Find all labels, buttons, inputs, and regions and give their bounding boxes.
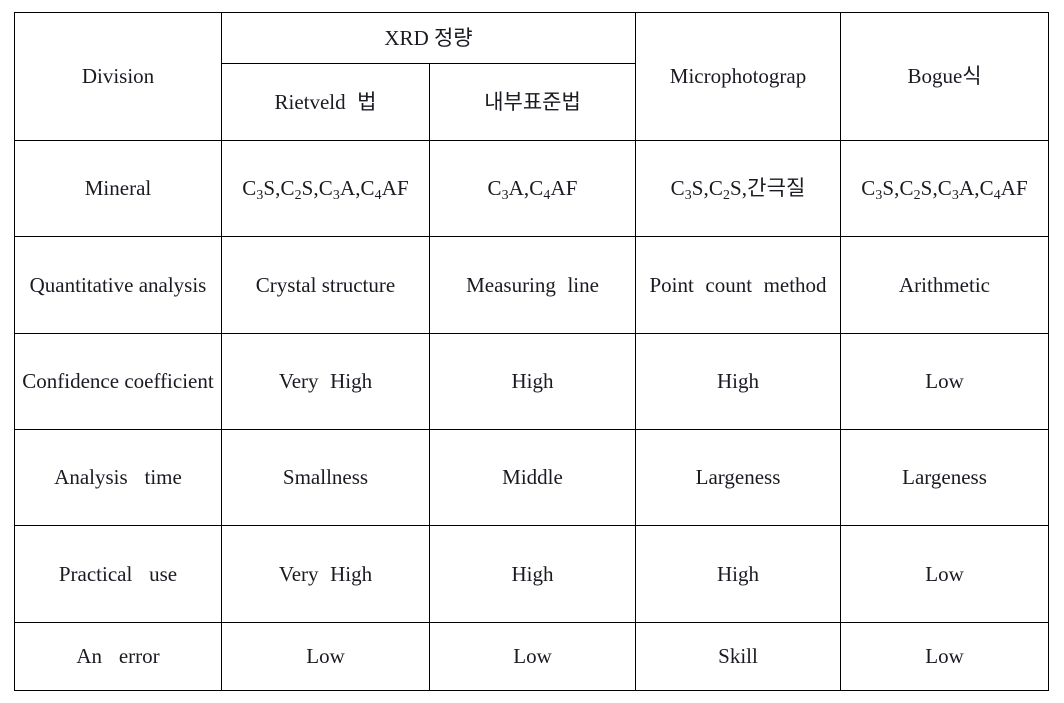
- table-row-practical-use: Practical use Very High High High Low: [14, 525, 1050, 623]
- table-row-quantitative-analysis: Quantitative analysis Crystal structure …: [14, 236, 1050, 334]
- formula-text: C3S,C2S,C3A,C4AF: [242, 176, 409, 203]
- cell-analysis-time-micro: Largeness: [635, 429, 842, 527]
- row-label-analysis-time: Analysis time: [14, 429, 222, 527]
- table-row-mineral: Mineral C3S,C2S,C3A,C4AF C3A,C4AF C3S,C2…: [14, 139, 1050, 238]
- cell-analysis-time-rietveld: Smallness: [221, 429, 430, 527]
- column-header-internal-standard: 내부표준법: [428, 63, 637, 141]
- column-header-microphotograp: Microphotograp: [635, 12, 842, 141]
- row-label-confidence-coefficient: Confidence coefficient: [14, 332, 222, 431]
- cell-confidence-rietveld: Very High: [221, 332, 430, 431]
- formula-text: C3S,C2S,간극질: [670, 176, 806, 203]
- cell-confidence-micro: High: [635, 332, 842, 431]
- table-body: Mineral C3S,C2S,C3A,C4AF C3A,C4AF C3S,C2…: [14, 139, 1050, 692]
- formula-text: C3A,C4AF: [487, 176, 578, 203]
- cell-an-error-bogue: Low: [840, 621, 1050, 692]
- cell-quantitative-bogue: Arithmetic: [840, 236, 1050, 334]
- cell-practical-use-micro: High: [635, 525, 842, 623]
- column-header-bogue: Bogue식: [840, 12, 1050, 141]
- row-label-mineral: Mineral: [14, 139, 222, 238]
- table-header: Division XRD 정량 Microphotograp Bogue식 Ri…: [14, 12, 1050, 141]
- cell-practical-use-rietveld: Very High: [221, 525, 430, 623]
- cell-mineral-micro: C3S,C2S,간극질: [635, 139, 842, 238]
- cell-practical-use-internal: High: [428, 525, 637, 623]
- cell-mineral-bogue: C3S,C2S,C3A,C4AF: [840, 139, 1050, 238]
- cell-quantitative-rietveld: Crystal structure: [221, 236, 430, 334]
- comparison-table: Division XRD 정량 Microphotograp Bogue식 Ri…: [14, 12, 1050, 692]
- cell-mineral-internal: C3A,C4AF: [428, 139, 637, 238]
- cell-confidence-bogue: Low: [840, 332, 1050, 431]
- cell-an-error-internal: Low: [428, 621, 637, 692]
- column-header-rietveld: Rietveld 법: [221, 63, 430, 141]
- table-row-an-error: An error Low Low Skill Low: [14, 621, 1050, 692]
- column-group-header-xrd: XRD 정량: [220, 12, 637, 64]
- row-label-an-error: An error: [14, 621, 222, 692]
- row-label-quantitative-analysis: Quantitative analysis: [14, 236, 222, 334]
- table-row-confidence-coefficient: Confidence coefficient Very High High Hi…: [14, 332, 1050, 431]
- page-canvas: Division XRD 정량 Microphotograp Bogue식 Ri…: [0, 0, 1064, 703]
- cell-analysis-time-bogue: Largeness: [840, 429, 1050, 527]
- column-header-division: Division: [14, 12, 222, 141]
- cell-quantitative-internal: Measuring line: [428, 236, 637, 334]
- row-label-practical-use: Practical use: [14, 525, 222, 623]
- table-row-analysis-time: Analysis time Smallness Middle Largeness…: [14, 429, 1050, 527]
- cell-quantitative-micro: Point count method: [635, 236, 842, 334]
- cell-confidence-internal: High: [428, 332, 637, 431]
- cell-an-error-micro: Skill: [635, 621, 842, 692]
- formula-text: C3S,C2S,C3A,C4AF: [861, 176, 1028, 203]
- cell-an-error-rietveld: Low: [221, 621, 430, 692]
- cell-mineral-rietveld: C3S,C2S,C3A,C4AF: [221, 139, 430, 238]
- cell-analysis-time-internal: Middle: [428, 429, 637, 527]
- cell-practical-use-bogue: Low: [840, 525, 1050, 623]
- header-row-top: Division XRD 정량 Microphotograp Bogue식: [14, 12, 1050, 141]
